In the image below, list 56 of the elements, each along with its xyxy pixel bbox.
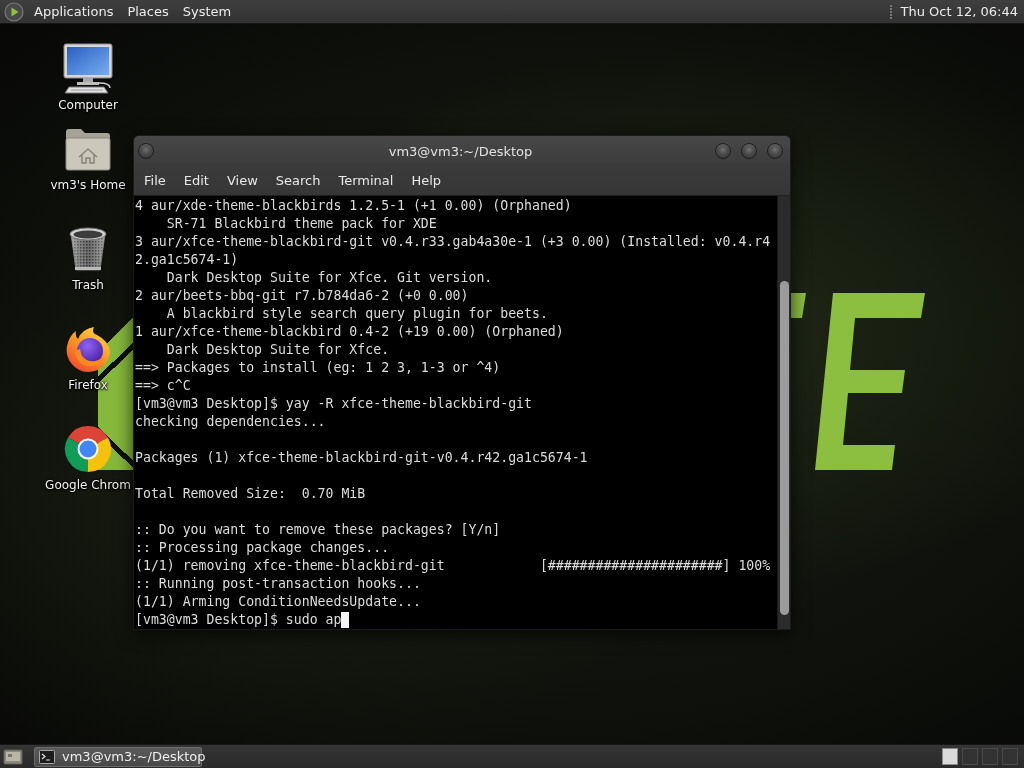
terminal-line: :: Processing package changes... [135, 539, 390, 557]
workspace-cell[interactable] [1002, 748, 1018, 765]
terminal-icon [39, 749, 55, 764]
desktop-icon[interactable] [3, 747, 23, 766]
terminal-line: ==> c^C [135, 377, 191, 395]
terminal-line: [vm3@vm3 Desktop]$ sudo ap [135, 611, 342, 629]
terminal-line: 1 aur/xfce-theme-blackbird 0.4-2 (+19 0.00) (Orphaned) [135, 323, 564, 341]
trash-icon[interactable] [68, 226, 108, 272]
home-folder-icon[interactable] [65, 127, 111, 171]
terminal-line: 2.ga1c5674-1) [135, 251, 239, 269]
segmented-ring-icon[interactable] [64, 425, 112, 473]
shortcut-label[interactable]: Computer [58, 97, 118, 113]
terminal-line: :: Running post-transaction hooks... [135, 575, 421, 593]
panel-menu[interactable]: Places [120, 0, 176, 23]
menu-item[interactable]: Help [402, 168, 451, 193]
menu-item[interactable]: View [217, 168, 267, 193]
menu-item[interactable]: File [135, 168, 175, 193]
menu-item[interactable]: Edit [174, 168, 218, 193]
scrollbar-thumb[interactable] [779, 281, 789, 615]
terminal-line: Packages (1) xfce-theme-blackbird-git-v0.4.r42.ga1c5674-1 [135, 449, 588, 467]
scrollbar-track[interactable] [777, 196, 790, 629]
terminal-line: SR-71 Blackbird theme pack for XDE [165, 215, 437, 233]
workspace-cell[interactable] [982, 748, 998, 765]
panel-menu[interactable]: Applications [27, 0, 121, 23]
play-circle-icon[interactable] [4, 1, 24, 22]
menu-item[interactable]: Terminal [329, 168, 403, 193]
workspace-cell[interactable] [962, 748, 978, 765]
terminal-line: 3 aur/xfce-theme-blackbird-git v0.4.r33.gab4a30e-1 (+3 0.00) (Installed: v0.4.r4 [135, 233, 771, 251]
monitor-icon[interactable] [63, 43, 113, 95]
terminal-line: Dark Desktop Suite for Xfce. [165, 341, 390, 359]
terminal-line: 4 aur/xde-theme-blackbirds 1.2.5-1 (+1 0.00) (Orphaned) [135, 197, 572, 215]
terminal-line: :: Do you want to remove these packages? [Y/n] [135, 521, 501, 539]
terminal-line: Total Removed Size: 0.70 MiB [135, 485, 366, 503]
terminal-line: (1/1) removing xfce-theme-blackbird-git [######################] 100% [135, 557, 771, 575]
text-cursor [341, 612, 350, 628]
close-button[interactable] [767, 143, 783, 159]
panel-handle-icon[interactable] [888, 3, 893, 20]
shortcut-label[interactable]: Google Chrom [45, 477, 131, 493]
window-title: vm3@vm3:~/Desktop [388, 143, 533, 159]
shortcut-label[interactable]: vm3's Home [50, 177, 126, 193]
terminal-line: (1/1) Arming ConditionNeedsUpdate... [135, 593, 421, 611]
terminal-line: Dark Desktop Suite for Xfce. Git version. [165, 269, 493, 287]
terminal-line: 2 aur/beets-bbq-git r7.b784da6-2 (+0 0.00) [135, 287, 469, 305]
terminal-line: A blackbird style search query plugin for beets. [165, 305, 548, 323]
terminal-line: checking dependencies... [135, 413, 326, 431]
shortcut-label[interactable]: Trash [72, 277, 104, 293]
workspace-cell[interactable] [942, 748, 958, 765]
minimize-button[interactable] [715, 143, 731, 159]
panel-clock[interactable]: Thu Oct 12, 06:44 [898, 0, 1020, 23]
terminal-line: ==> Packages to install (eg: 1 2 3, 1-3 or ^4) [135, 359, 501, 377]
panel-menu[interactable]: System [175, 0, 239, 23]
menu-item[interactable]: Search [266, 168, 330, 193]
maximize-button[interactable] [741, 143, 757, 159]
window-menu-button[interactable] [138, 143, 154, 159]
terminal-line: [vm3@vm3 Desktop]$ yay -R xfce-theme-blackbird-git [135, 395, 532, 413]
flame-globe-icon[interactable] [64, 324, 112, 374]
